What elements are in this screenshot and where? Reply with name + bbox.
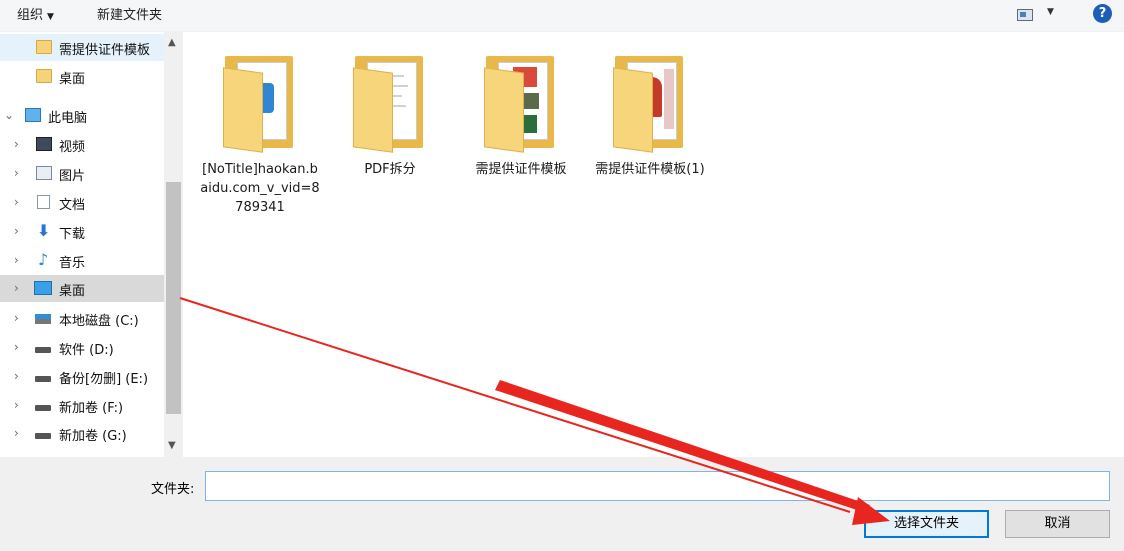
chevron-right-icon[interactable]: › [14, 224, 19, 238]
file-list: [NoTitle]haokan.baidu.com_v_vid=8789341 … [183, 32, 1124, 457]
view-icon [1017, 9, 1033, 21]
select-folder-button[interactable]: 选择文件夹 [864, 510, 989, 538]
file-name: [NoTitle]haokan.baidu.com_v_vid=8789341 [200, 162, 320, 215]
document-icon [37, 195, 50, 209]
desktop-icon [34, 281, 52, 295]
nav-item-label: 本地磁盘 (C:) [59, 314, 139, 329]
nav-item-drive-g[interactable]: › 新加卷 (G:) [0, 420, 164, 447]
nav-item-label: 图片 [59, 169, 86, 184]
nav-item-label: 视频 [59, 140, 86, 155]
chevron-right-icon[interactable]: › [14, 281, 19, 295]
file-name: 需提供证件模板(1) [595, 162, 705, 177]
nav-item-desktop[interactable]: › 桌面 [0, 275, 164, 302]
folder-icon [36, 69, 52, 83]
folder-item[interactable]: [NoTitle]haokan.baidu.com_v_vid=8789341 [200, 52, 320, 232]
chevron-right-icon[interactable]: › [14, 426, 19, 440]
nav-item-label: 需提供证件模板 [59, 43, 151, 58]
chevron-down-icon: ▼ [1047, 7, 1054, 17]
chevron-right-icon[interactable]: › [14, 340, 19, 354]
nav-item-videos[interactable]: › 视频 [0, 131, 164, 158]
file-name: PDF拆分 [364, 162, 416, 177]
system-drive-icon [35, 314, 51, 324]
file-name: 需提供证件模板 [475, 162, 567, 177]
chevron-right-icon[interactable]: › [14, 253, 19, 267]
folder-icon [611, 52, 689, 153]
nav-item-drive-c[interactable]: › 本地磁盘 (C:) [0, 305, 164, 332]
music-icon: ♪ [38, 250, 49, 269]
nav-item-drive-d[interactable]: › 软件 (D:) [0, 334, 164, 361]
computer-icon [25, 108, 41, 122]
nav-item-music[interactable]: › ♪ 音乐 [0, 247, 164, 274]
folder-icon [221, 52, 299, 153]
chevron-right-icon[interactable]: › [14, 369, 19, 383]
nav-item-template-folder[interactable]: 需提供证件模板 [0, 34, 164, 61]
new-folder-button[interactable]: 新建文件夹 [97, 6, 162, 26]
nav-item-desktop-quick[interactable]: 桌面 [0, 63, 164, 90]
cancel-button[interactable]: 取消 [1005, 510, 1110, 538]
nav-scrollbar[interactable]: ▲ ▼ [164, 32, 183, 457]
scrollbar-thumb[interactable] [166, 182, 181, 414]
drive-icon [35, 405, 51, 411]
nav-item-label: 此电脑 [48, 111, 88, 126]
nav-item-label: 桌面 [59, 284, 86, 299]
nav-item-label: 新加卷 (G:) [59, 429, 127, 444]
drive-icon [35, 376, 51, 382]
folder-icon [351, 52, 429, 153]
navigation-pane: 需提供证件模板 桌面 ⌄ 此电脑 › 视频 › 图片 › 文档 › ⬇ 下载 ›… [0, 32, 183, 457]
download-icon: ⬇ [37, 221, 51, 240]
nav-item-label: 音乐 [59, 256, 86, 271]
nav-item-documents[interactable]: › 文档 [0, 189, 164, 216]
nav-item-this-pc[interactable]: ⌄ 此电脑 [0, 102, 164, 129]
chevron-down-icon[interactable]: ⌄ [4, 108, 14, 122]
dialog-footer: 文件夹: 选择文件夹 取消 [0, 457, 1124, 551]
drive-icon [35, 433, 51, 439]
nav-item-drive-f[interactable]: › 新加卷 (F:) [0, 392, 164, 419]
folder-field-label: 文件夹: [151, 482, 195, 497]
toolbar: 组织 ▼ 新建文件夹 ▼ ? [0, 0, 1124, 32]
folder-name-input[interactable] [205, 471, 1110, 501]
nav-item-label: 文档 [59, 198, 86, 213]
help-icon[interactable]: ? [1093, 4, 1112, 23]
folder-item[interactable]: PDF拆分 [330, 52, 450, 232]
drive-icon [35, 347, 51, 353]
view-options-button[interactable]: ▼ [1017, 7, 1061, 25]
chevron-right-icon[interactable]: › [14, 195, 19, 209]
chevron-right-icon[interactable]: › [14, 311, 19, 325]
nav-item-label: 软件 (D:) [59, 343, 114, 358]
organize-button[interactable]: 组织 ▼ [17, 6, 54, 26]
chevron-right-icon[interactable]: › [14, 398, 19, 412]
nav-item-label: 备份[勿删] (E:) [59, 372, 149, 387]
chevron-right-icon[interactable]: › [14, 137, 19, 151]
nav-item-downloads[interactable]: › ⬇ 下载 [0, 218, 164, 245]
pictures-icon [36, 166, 52, 180]
chevron-down-icon[interactable]: ▼ [168, 440, 176, 451]
folder-icon [482, 52, 560, 153]
chevron-right-icon[interactable]: › [14, 166, 19, 180]
folder-icon [36, 40, 52, 54]
video-icon [36, 137, 52, 151]
nav-item-label: 下载 [59, 227, 86, 242]
folder-item[interactable]: 需提供证件模板 [461, 52, 581, 232]
nav-item-pictures[interactable]: › 图片 [0, 160, 164, 187]
chevron-up-icon[interactable]: ▲ [168, 37, 176, 48]
chevron-down-icon: ▼ [47, 12, 54, 22]
folder-item[interactable]: 需提供证件模板(1) [590, 52, 710, 232]
nav-item-label: 桌面 [59, 72, 86, 87]
nav-item-label: 新加卷 (F:) [59, 401, 124, 416]
nav-item-drive-e[interactable]: › 备份[勿删] (E:) [0, 363, 164, 390]
organize-label: 组织 [17, 8, 44, 23]
